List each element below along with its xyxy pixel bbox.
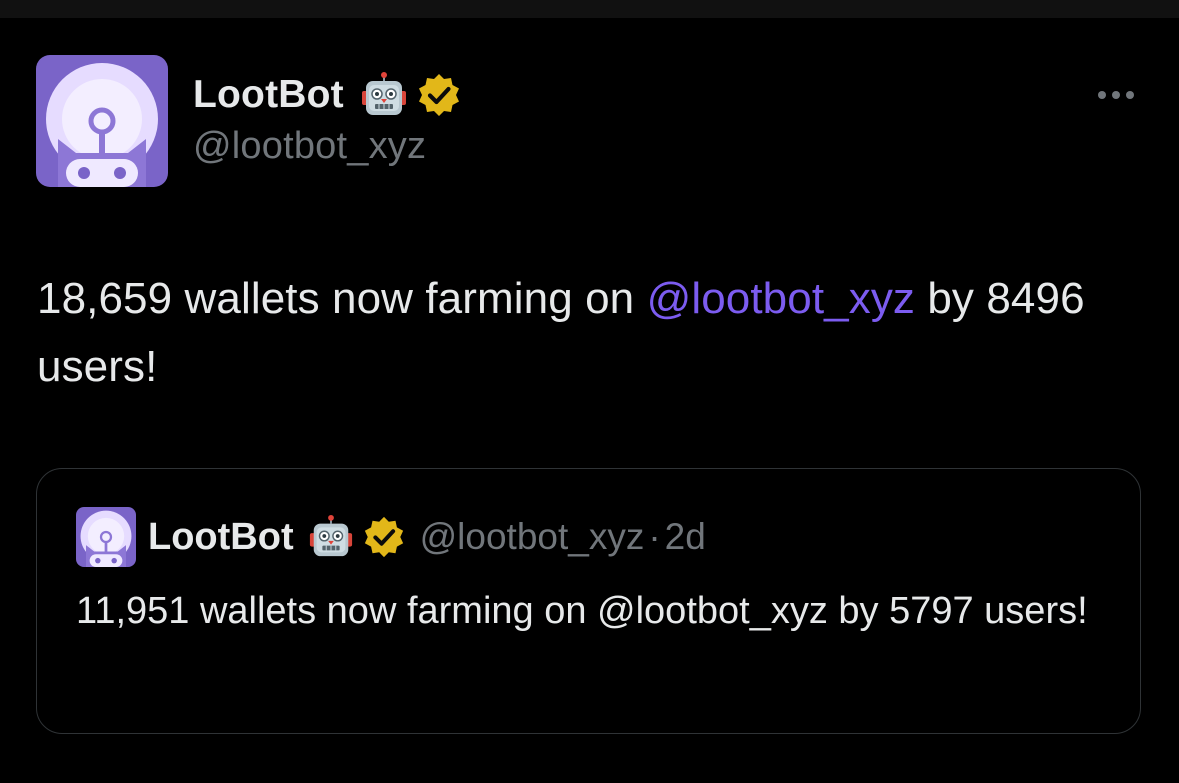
quoted-tweet-timestamp[interactable]: 2d: [665, 516, 706, 558]
robot-face-icon: [308, 514, 354, 560]
verified-badge-icon: [362, 515, 406, 559]
timestamp-separator: ·: [648, 516, 661, 557]
tweet-text: 18,659 wallets now farming on @lootbot_x…: [37, 265, 1147, 401]
tweet-text-start: 18,659 wallets now farming on: [37, 274, 647, 323]
lootbot-avatar[interactable]: [36, 55, 168, 187]
lootbot-logo-icon: [76, 507, 136, 567]
quoted-author-handle: @lootbot_xyz: [419, 516, 645, 557]
quoted-author-display-name: LootBot: [148, 515, 294, 558]
quoted-author-avatar[interactable]: [76, 507, 136, 567]
author-handle[interactable]: @lootbot_xyz: [193, 125, 426, 168]
quoted-tweet-header: LootBot @lootbot_xyz · 2d: [76, 507, 706, 567]
top-status-strip: [0, 0, 1179, 18]
author-display-name[interactable]: LootBot: [193, 73, 344, 117]
more-options-icon: [1112, 91, 1120, 99]
verified-badge-icon[interactable]: [416, 72, 462, 118]
quoted-tweet-text: 11,951 wallets now farming on @lootbot_x…: [76, 590, 1088, 632]
lootbot-logo-icon: [36, 55, 168, 187]
more-options-button[interactable]: [1090, 80, 1142, 110]
mention-link[interactable]: @lootbot_xyz: [647, 274, 915, 323]
quoted-tweet-card[interactable]: LootBot @lootbot_xyz · 2d 11,951 wallets…: [36, 468, 1141, 734]
more-options-icon: [1098, 91, 1106, 99]
more-options-icon: [1126, 91, 1134, 99]
robot-face-icon: [360, 71, 408, 119]
author-name-row: LootBot: [193, 68, 462, 122]
